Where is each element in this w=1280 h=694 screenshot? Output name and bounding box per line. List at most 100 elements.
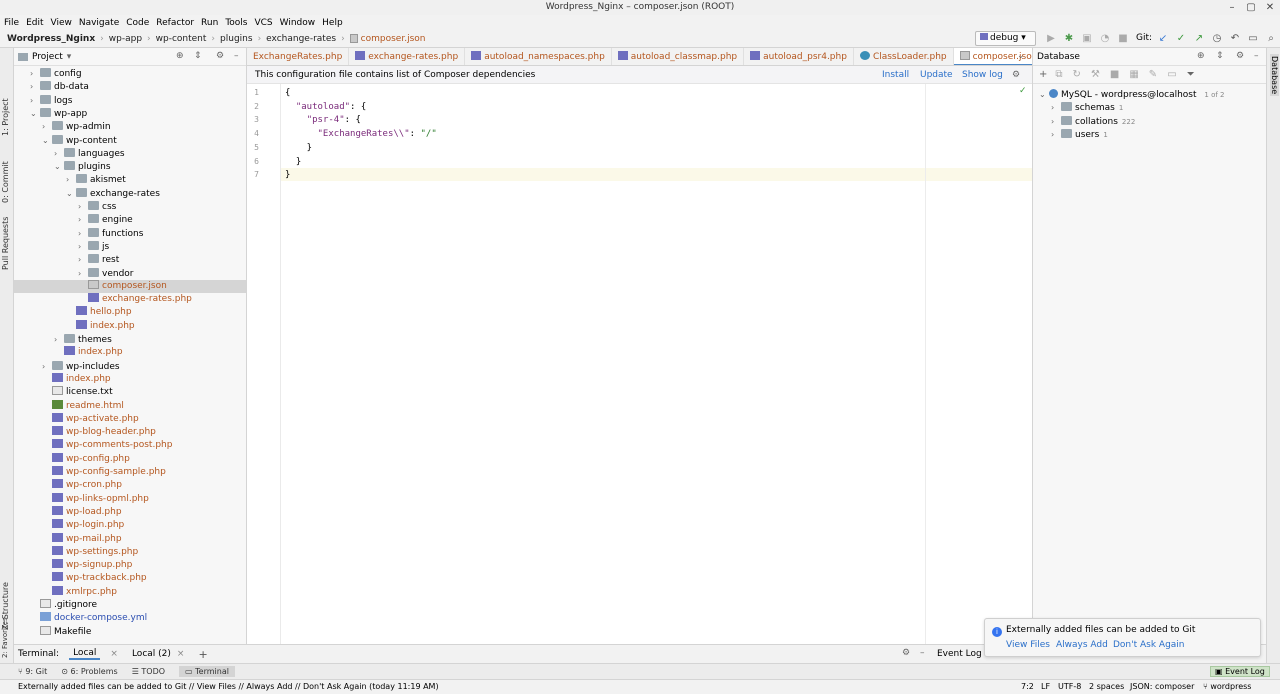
chevron-right-icon[interactable]: › [42, 120, 52, 133]
breadcrumb-item[interactable]: plugins [220, 34, 253, 44]
tab-database[interactable]: Database [1270, 54, 1279, 97]
chevron-right-icon[interactable]: › [1051, 101, 1061, 114]
chevron-right-icon[interactable]: › [78, 200, 88, 213]
tree-file[interactable]: wp-mail.php [14, 532, 246, 546]
menu-refactor[interactable]: Refactor [156, 18, 194, 28]
tree-folder[interactable]: › akismet [14, 173, 246, 186]
tree-folder[interactable]: › wp-includes [14, 360, 246, 373]
editor-tab[interactable]: exchange-rates.php [349, 48, 466, 65]
tabs-overflow-icon[interactable]: ⌄ [1017, 51, 1025, 61]
breadcrumb-item[interactable]: Wordpress_Nginx [7, 34, 95, 44]
collapse-all-icon[interactable]: ⇕ [1216, 51, 1224, 61]
chevron-right-icon[interactable]: › [78, 267, 88, 280]
locate-icon[interactable]: ⊕ [176, 51, 184, 61]
chevron-right-icon[interactable]: › [54, 147, 64, 160]
close-icon[interactable]: × [110, 649, 118, 659]
editor-tab[interactable]: ClassLoader.php [854, 48, 954, 65]
menu-edit[interactable]: Edit [26, 18, 43, 28]
tree-file[interactable]: wp-config.php [14, 452, 246, 466]
chevron-down-icon[interactable]: ⌄ [54, 160, 64, 173]
breadcrumb-item[interactable]: wp-content [156, 34, 207, 44]
update-link[interactable]: Update [920, 66, 953, 84]
view-files-link[interactable]: View Files [1006, 640, 1050, 650]
chevron-right-icon[interactable]: › [66, 173, 76, 186]
coverage-icon[interactable]: ▣ [1080, 32, 1094, 46]
tree-folder[interactable]: › functions [14, 227, 246, 240]
chevron-right-icon[interactable]: › [1051, 115, 1061, 128]
tree-file[interactable]: xmlrpc.php [14, 585, 246, 599]
tree-folder[interactable]: › js [14, 240, 246, 253]
add-icon[interactable]: + [1039, 69, 1047, 80]
history-icon[interactable]: ◷ [1210, 32, 1224, 46]
chevron-down-icon[interactable]: ⌄ [30, 107, 40, 120]
menu-code[interactable]: Code [126, 18, 149, 28]
line-separator[interactable]: LF [1041, 680, 1050, 694]
tree-folder[interactable]: ⌄ exchange-rates [14, 187, 246, 200]
layout-icon[interactable]: ▭ [1246, 32, 1260, 46]
tree-file[interactable]: docker-compose.yml [14, 612, 246, 625]
chevron-right-icon[interactable]: › [42, 360, 52, 373]
run-icon[interactable]: ▶ [1044, 32, 1058, 46]
tree-file[interactable]: wp-load.php [14, 505, 246, 519]
tree-file[interactable]: hello.php [14, 306, 246, 319]
editor-tab[interactable]: autoload_namespaces.php [465, 48, 612, 65]
tree-file[interactable]: .gitignore [14, 599, 246, 612]
tree-file[interactable]: index.php [14, 372, 246, 386]
tab-favorites[interactable]: 2: Favorites [1, 617, 9, 658]
db-tree-item[interactable]: › collations 222 [1051, 115, 1135, 128]
tree-folder[interactable]: ⌄ wp-app [14, 107, 246, 120]
tree-file[interactable]: Makefile [14, 625, 246, 639]
menu-view[interactable]: View [51, 18, 72, 28]
menu-navigate[interactable]: Navigate [79, 18, 119, 28]
editor-tab[interactable]: autoload_psr4.php [744, 48, 854, 65]
install-link[interactable]: Install [882, 66, 909, 84]
menu-run[interactable]: Run [201, 18, 218, 28]
stop-icon[interactable]: ■ [1110, 69, 1119, 80]
refresh-icon[interactable]: ↻ [1073, 69, 1081, 80]
chevron-right-icon[interactable]: › [78, 253, 88, 266]
caret-position[interactable]: 7:2 [1021, 680, 1034, 694]
breadcrumb-item[interactable]: wp-app [109, 34, 142, 44]
event-log-button[interactable]: ▣ Event Log [1210, 666, 1270, 677]
editor-tab[interactable]: ExchangeRates.php [247, 48, 350, 65]
menu-file[interactable]: File [4, 18, 19, 28]
git-branch[interactable]: ⑂ wordpress [1203, 680, 1251, 694]
tab-git[interactable]: ⑂ 9: Git [18, 667, 47, 676]
tab-problems[interactable]: ⊙ 6: Problems [61, 667, 117, 676]
stop-icon[interactable]: ■ [1116, 32, 1130, 46]
chevron-down-icon[interactable]: ⌄ [42, 134, 52, 147]
gear-icon[interactable]: ⚙ [216, 51, 224, 61]
tab-todo[interactable]: ☰ TODO [132, 667, 165, 676]
rollback-icon[interactable]: ↶ [1228, 32, 1242, 46]
editor-tab[interactable]: autoload_classmap.php [612, 48, 745, 65]
tree-file[interactable]: exchange-rates.php [14, 293, 246, 306]
add-terminal-icon[interactable]: + [198, 648, 207, 661]
gear-icon[interactable]: ⚙ [1012, 66, 1020, 84]
menu-vcs[interactable]: VCS [254, 18, 272, 28]
gear-icon[interactable]: ⚙ [1236, 51, 1244, 61]
tree-file[interactable]: index.php [14, 319, 246, 333]
tree-file[interactable]: wp-config-sample.php [14, 466, 246, 479]
file-encoding[interactable]: UTF-8 [1058, 680, 1081, 694]
run-config-select[interactable]: debug ▾ [975, 31, 1036, 46]
tree-file[interactable]: readme.html [14, 399, 246, 413]
tree-folder[interactable]: › languages [14, 147, 246, 160]
update-project-icon[interactable]: ↙ [1156, 32, 1170, 46]
tree-file[interactable]: wp-signup.php [14, 559, 246, 572]
tree-folder[interactable]: › vendor [14, 267, 246, 280]
tree-file[interactable]: composer.json [14, 279, 246, 293]
locate-icon[interactable]: ⊕ [1197, 51, 1205, 61]
db-tree-item[interactable]: › schemas 1 [1051, 101, 1123, 114]
chevron-right-icon[interactable]: › [30, 94, 40, 107]
menu-window[interactable]: Window [280, 18, 316, 28]
tree-file[interactable]: wp-login.php [14, 519, 246, 532]
commit-icon[interactable]: ✓ [1174, 32, 1188, 46]
push-icon[interactable]: ↗ [1192, 32, 1206, 46]
tree-file[interactable]: wp-activate.php [14, 412, 246, 426]
chevron-right-icon[interactable]: › [30, 67, 40, 80]
tab-terminal[interactable]: ▭ Terminal [179, 666, 235, 677]
breadcrumb-item[interactable]: composer.json [361, 34, 426, 44]
breadcrumb-item[interactable]: exchange-rates [266, 34, 336, 44]
project-view-select[interactable]: Project [32, 52, 63, 62]
search-icon[interactable]: ⌕ [1264, 32, 1278, 46]
